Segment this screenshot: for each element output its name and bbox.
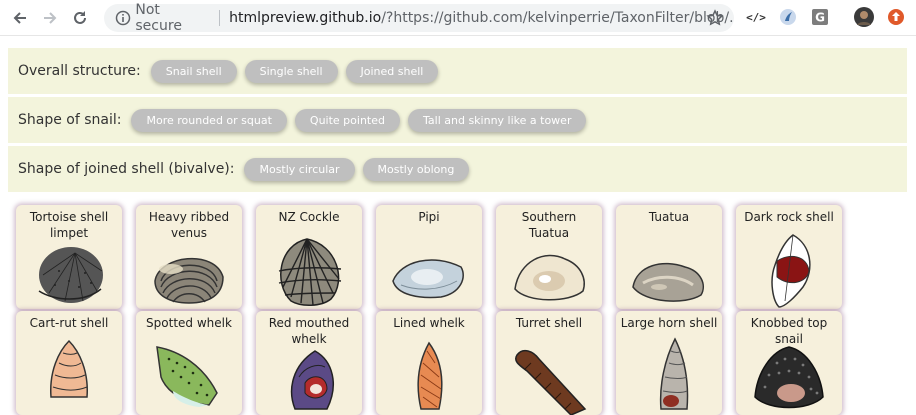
url-path: /?https://github.com/kelvinperrie/TaxonF… [381,10,734,26]
ribbed-venus-shell-image [154,257,224,304]
filter-option-pointed[interactable]: Quite pointed [294,108,400,132]
shell-name: Pipi [418,210,440,224]
svg-text:G: G [815,11,825,25]
shell-card[interactable]: Cart-rut shell [16,311,122,415]
shell-card[interactable]: Red mouthed whelk [256,311,362,415]
filter-option-snail-shell[interactable]: Snail shell [150,59,237,83]
filter-option-oblong[interactable]: Mostly oblong [362,157,470,181]
knobbed-top-snail-shell-image [754,346,824,409]
back-arrow-icon [13,12,26,24]
filter-option-joined-shell[interactable]: Joined shell [345,59,439,83]
shell-name: Dark rock shell [744,210,834,224]
back-button[interactable] [8,6,32,30]
shell-card[interactable]: Knobbed top snail [736,311,842,415]
shell-name: NZ Cockle [278,210,340,224]
shell-card[interactable]: Tuatua [616,205,722,309]
security-label: Not secure [135,2,182,34]
shell-name: Turret shell [515,316,583,330]
avatar[interactable] [854,7,874,27]
shell-card[interactable]: Pipi [376,205,482,309]
reload-button[interactable] [68,6,92,30]
shell-name: Large horn shell [620,316,718,330]
shell-card[interactable]: Dark rock shell [736,205,842,309]
shell-card[interactable]: Tortoise shell limpet [16,205,122,309]
tuatua-shell-image [632,262,705,302]
shell-card[interactable]: Turret shell [496,311,602,415]
filter-option-circular[interactable]: Mostly circular [244,157,355,181]
shell-card[interactable]: Southern Tuatua [496,205,602,309]
spotted-whelk-shell-image [156,346,218,407]
shell-name: Lined whelk [393,316,465,330]
dark-rock-shell-image [771,234,811,308]
code-ext-icon[interactable]: </> [746,7,766,27]
address-bar[interactable]: Not secure htmlpreview.github.io /?https… [104,2,734,34]
lined-whelk-shell-image [417,341,443,410]
shell-card[interactable]: Heavy ribbed venus [136,205,242,309]
filter-label: Shape of snail: [18,112,122,128]
divider [219,10,221,26]
bookmark-star-icon[interactable] [706,9,724,31]
large-horn-shell-image [659,337,689,410]
pipi-shell-image [392,259,464,299]
limpet-shell-image [38,247,103,303]
forward-button[interactable] [38,6,62,30]
filter-row-shape-of-snail: Shape of snail: More rounded or squat Qu… [8,97,907,143]
browser-toolbar: Not secure htmlpreview.github.io /?https… [0,0,916,36]
shell-grid: Tortoise shell limpet Heavy ribbed venus… [16,205,916,415]
red-mouthed-whelk-shell-image [290,350,334,410]
shell-card[interactable]: Large horn shell [616,311,722,415]
flow-ext-icon[interactable] [778,7,798,27]
shell-name: Tuatua [648,210,690,224]
shell-name: Cart-rut shell [29,316,109,330]
filter-label: Overall structure: [18,63,141,79]
update-icon[interactable] [886,7,906,27]
filter-panel: Overall structure: Snail shell Single sh… [8,48,907,195]
cart-rut-shell-image [50,339,88,398]
filter-option-rounded[interactable]: More rounded or squat [131,108,287,132]
shell-card[interactable]: Spotted whelk [136,311,242,415]
grammar-ext-icon[interactable]: G [810,7,830,27]
filter-option-tall-skinny[interactable]: Tall and skinny like a tower [408,108,587,132]
shell-name: Spotted whelk [146,316,232,330]
forward-arrow-icon [44,12,57,24]
shell-card[interactable]: NZ Cockle [256,205,362,309]
url-host: htmlpreview.github.io [229,10,382,26]
filter-row-overall-structure: Overall structure: Snail shell Single sh… [8,48,907,94]
filter-option-single-shell[interactable]: Single shell [244,59,338,83]
reload-icon [74,11,86,24]
filter-row-joined-shell-shape: Shape of joined shell (bivalve): Mostly … [8,146,907,192]
southern-tuatua-shell-image [514,254,585,301]
cockle-shell-image [278,238,342,306]
filter-label: Shape of joined shell (bivalve): [18,161,235,177]
shell-card[interactable]: Lined whelk [376,311,482,415]
turret-shell-image [515,349,587,415]
info-icon[interactable] [110,4,135,32]
